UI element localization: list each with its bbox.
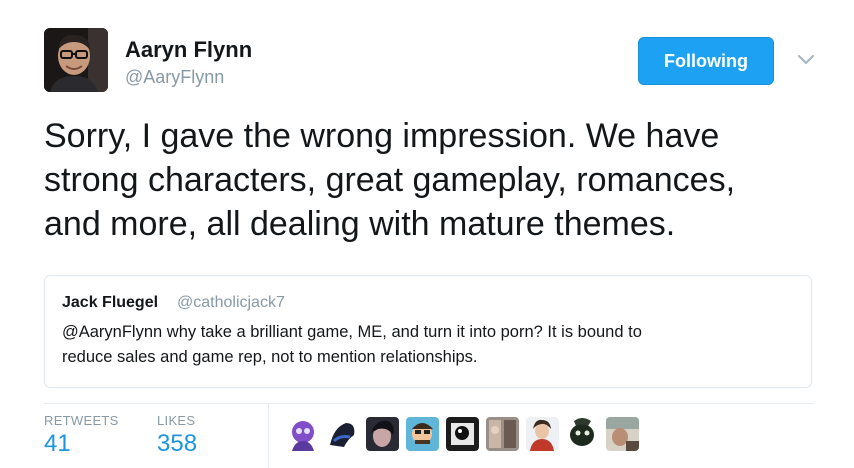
quoted-tweet[interactable]: Jack Fluegel @catholicjack7 @AarynFlynn … [44, 275, 812, 388]
quoted-author-handle: @catholicjack7 [177, 294, 285, 311]
likes-label[interactable]: LIKES [157, 413, 195, 428]
following-button[interactable]: Following [638, 37, 774, 85]
quoted-tweet-line: reduce sales and game rep, not to mentio… [62, 348, 478, 366]
tweet-text: Sorry, I gave the wrong impression. We h… [44, 114, 834, 246]
liker-avatar[interactable] [326, 417, 359, 451]
quoted-author-name: Jack Fluegel [62, 294, 159, 311]
liker-avatars [286, 417, 639, 451]
tweet-line: and more, all dealing with mature themes… [44, 205, 676, 243]
likes-count[interactable]: 358 [157, 430, 197, 458]
quoted-tweet-text: @AarynFlynn why take a brilliant game, M… [62, 320, 802, 370]
quoted-tweet-line: @AarynFlynn why take a brilliant game, M… [62, 323, 642, 341]
liker-avatar[interactable] [486, 417, 519, 451]
tweet-line: strong characters, great gameplay, roman… [44, 161, 736, 199]
liker-avatar[interactable] [366, 417, 399, 451]
retweets-count[interactable]: 41 [44, 430, 71, 458]
liker-avatar[interactable] [286, 417, 319, 451]
retweets-label[interactable]: RETWEETS [44, 413, 119, 428]
stats-separator [268, 404, 269, 468]
chevron-down-icon[interactable] [795, 48, 817, 70]
author-avatar[interactable] [44, 28, 108, 92]
author-name[interactable]: Aaryn Flynn [125, 37, 252, 63]
stats-divider [44, 403, 814, 404]
liker-avatar[interactable] [606, 417, 639, 451]
liker-avatar[interactable] [446, 417, 479, 451]
tweet-line: Sorry, I gave the wrong impression. We h… [44, 117, 720, 155]
liker-avatar[interactable] [526, 417, 559, 451]
author-handle[interactable]: @AaryFlynn [125, 67, 224, 88]
liker-avatar[interactable] [406, 417, 439, 451]
liker-avatar[interactable] [566, 417, 599, 451]
